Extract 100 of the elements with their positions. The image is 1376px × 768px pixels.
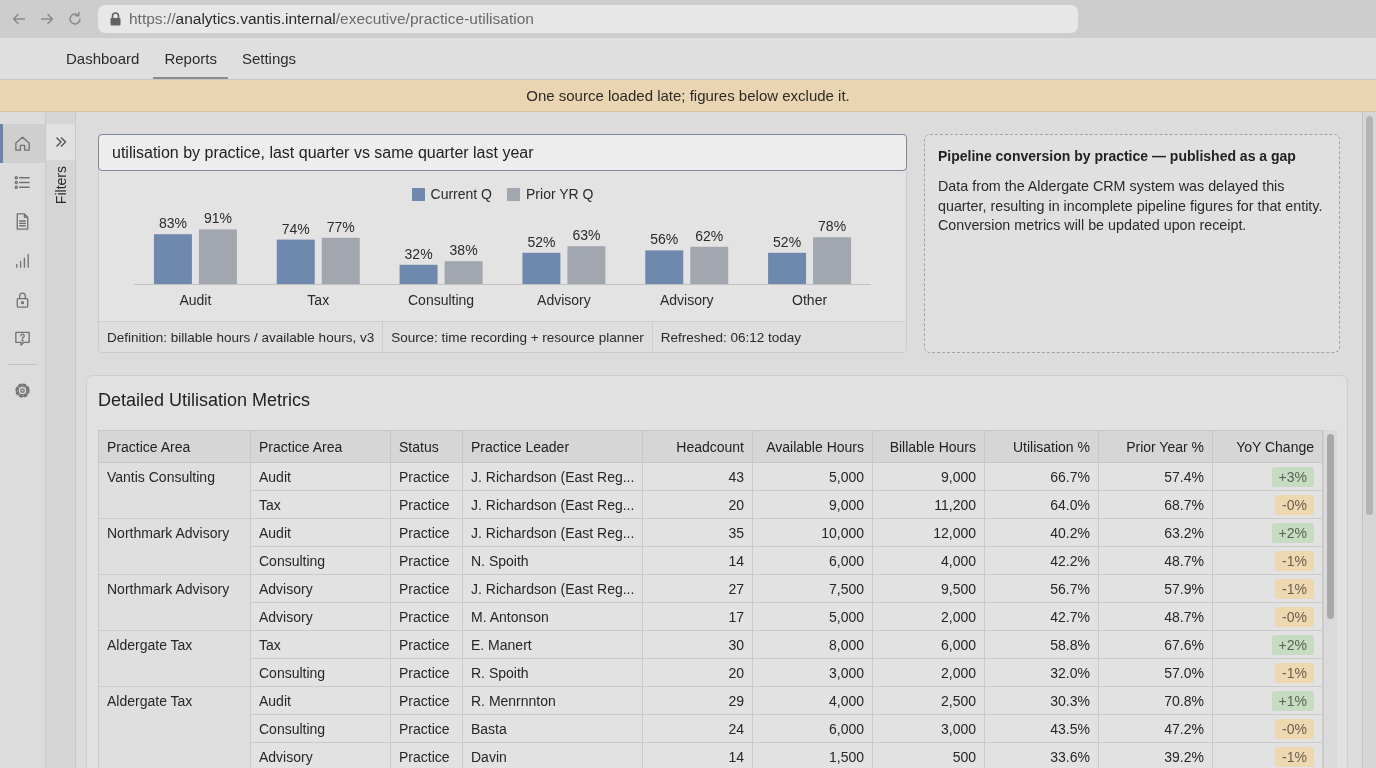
legend-label: Current Q: [430, 186, 492, 202]
table-cell: 39.2%: [1098, 742, 1213, 768]
column-header[interactable]: Prior Year %: [1098, 430, 1213, 463]
chart-footnote: Source: time recording + resource planner: [383, 322, 653, 352]
change-badge: -0%: [1275, 718, 1314, 739]
bar-value-label: 74%: [281, 220, 310, 237]
expand-button[interactable]: [46, 124, 75, 160]
column-header[interactable]: Practice Area: [98, 430, 251, 463]
change-badge: +3%: [1271, 466, 1314, 487]
nav-tab[interactable]: Settings: [230, 38, 308, 79]
column-header[interactable]: Practice Leader: [462, 430, 643, 463]
table-cell: Practice: [390, 714, 463, 743]
table-cell: 8,000: [752, 630, 873, 659]
table-cell: 66.7%: [984, 462, 1099, 491]
table-cell: Practice: [390, 602, 463, 631]
chart-bar: [645, 250, 684, 284]
table-cell: 5,000: [752, 602, 873, 631]
table-cell: E. Manert: [462, 630, 643, 659]
table-cell: Advisory: [250, 602, 391, 631]
scrollbar-thumb[interactable]: [1327, 434, 1334, 619]
table-cell: Aldergate Tax: [98, 630, 251, 687]
banner-text: One source loaded late; figures below exclude it.: [526, 87, 850, 104]
table-cell: Consulting: [250, 658, 391, 687]
table-cell: 48.7%: [1098, 602, 1213, 631]
scrollbar-thumb[interactable]: [1366, 116, 1373, 515]
table-cell: 30: [642, 630, 753, 659]
chart-bar: [690, 246, 729, 284]
change-badge: -1%: [1275, 578, 1314, 599]
table-cell: 63.2%: [1098, 518, 1213, 547]
table-cell: J. Richardson (East Reg...: [462, 574, 643, 603]
column-header[interactable]: Available Hours: [752, 430, 873, 463]
table-cell: 40.2%: [984, 518, 1099, 547]
notice-text: Data from the Aldergate CRM system was delayed this quarter, resulting in incomplete pipeline figures for that entity. Conversion metrics will be updated upon receipt.: [938, 177, 1324, 235]
chart-bar: [198, 229, 237, 284]
table-cell: 14: [642, 742, 753, 768]
bar-value-label: 52%: [773, 233, 802, 250]
table-cell: 24: [642, 714, 753, 743]
table-cell: 2,000: [872, 602, 985, 631]
settings-icon: [13, 381, 32, 400]
column-header[interactable]: Utilisation %: [984, 430, 1099, 463]
bar-value-label: 38%: [449, 242, 478, 259]
column-header[interactable]: YoY Change: [1212, 430, 1323, 463]
chevrons-right-icon: [54, 136, 67, 148]
chart-bar: [768, 252, 807, 284]
chart-bar: [399, 264, 438, 284]
column-header[interactable]: Status: [390, 430, 463, 463]
table-cell: 2,000: [872, 658, 985, 687]
table-cell: 57.4%: [1098, 462, 1213, 491]
column-header[interactable]: Headcount: [642, 430, 753, 463]
change-badge: -1%: [1275, 550, 1314, 571]
chart-bar: [567, 246, 606, 284]
table-cell: J. Richardson (East Reg...: [462, 518, 643, 547]
table-cell: Northmark Advisory: [98, 518, 251, 575]
table-cell: Audit: [250, 686, 391, 715]
table-cell: 56.7%: [984, 574, 1099, 603]
reload-icon[interactable]: [66, 10, 84, 28]
category-label: Other: [792, 292, 828, 308]
bar-value-label: 62%: [695, 227, 724, 244]
table-cell: J. Richardson (East Reg...: [462, 490, 643, 519]
table-cell: Practice: [390, 658, 463, 687]
table-cell: 29: [642, 686, 753, 715]
column-header[interactable]: Billable Hours: [872, 430, 985, 463]
chart-bar: [276, 239, 315, 284]
table-cell: 9,000: [872, 462, 985, 491]
table-cell: 6,000: [752, 546, 873, 575]
table-cell: 7,500: [752, 574, 873, 603]
table-cell: Basta: [462, 714, 643, 743]
section-title: Detailed Utilisation Metrics: [98, 389, 312, 412]
table-cell: J. Richardson (East Reg...: [462, 462, 643, 491]
table-cell: Audit: [250, 462, 391, 491]
table-cell: Practice: [390, 490, 463, 519]
table-cell: 33.6%: [984, 742, 1099, 768]
chart-bar: [321, 237, 360, 284]
category-label: Advisory: [537, 292, 591, 308]
filters-label[interactable]: Filters: [52, 166, 69, 205]
change-badge: -0%: [1275, 494, 1314, 515]
table-cell: 5,000: [752, 462, 873, 491]
table-cell: 27: [642, 574, 753, 603]
bar-chart-icon: [13, 251, 32, 270]
table-cell: Tax: [250, 490, 391, 519]
table-cell: Practice: [390, 518, 463, 547]
table-cell: 57.0%: [1098, 658, 1213, 687]
nav-rail-item[interactable]: [0, 124, 45, 163]
lock-icon: [110, 12, 121, 26]
table-cell: 35: [642, 518, 753, 547]
table-cell: 2,500: [872, 686, 985, 715]
notice-title: Pipeline conversion by practice — published as a gap: [938, 148, 1297, 164]
nav-tab[interactable]: Dashboard: [55, 38, 151, 79]
table-cell: 4,000: [872, 546, 985, 575]
address-bar[interactable]: https://analytics.vantis.internal/executive/practice-utilisation: [98, 5, 1078, 33]
column-header[interactable]: Practice Area: [250, 430, 391, 463]
table-cell: 6,000: [752, 714, 873, 743]
table-cell: Practice: [390, 686, 463, 715]
chart-bar: [522, 252, 561, 284]
query-field[interactable]: utilisation by practice, last quarter vs same quarter last year: [98, 134, 907, 171]
table-cell: 48.7%: [1098, 546, 1213, 575]
table-cell: Practice: [390, 546, 463, 575]
table-cell: Advisory: [250, 574, 391, 603]
list-icon: [13, 173, 32, 192]
table-cell: 42.2%: [984, 546, 1099, 575]
